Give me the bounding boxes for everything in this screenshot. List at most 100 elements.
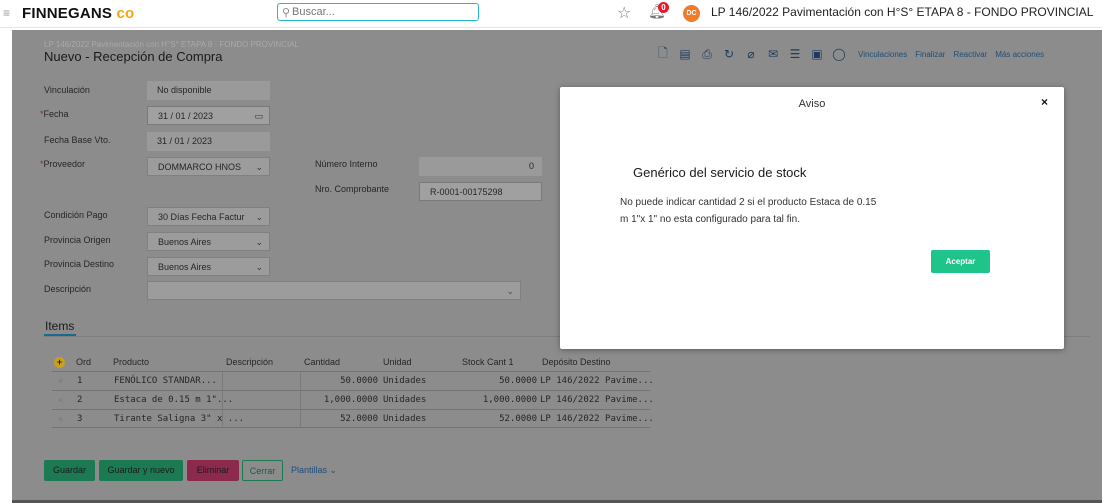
page-title: Nuevo - Recepción de Compra xyxy=(44,49,223,64)
mail-icon[interactable]: ✉︎ xyxy=(762,47,784,61)
dialog-title: Aviso xyxy=(798,98,826,110)
table-row[interactable]: × 3 Tirante Saligna 3" x ... 52.0000 Uni… xyxy=(52,409,654,428)
chevron-down-icon: ⌄ xyxy=(255,262,263,272)
search-box[interactable]: ⚲ xyxy=(277,3,479,21)
templates-label: Plantillas xyxy=(291,465,328,475)
cell-producto: FENÓLICO STANDAR... xyxy=(114,376,217,386)
column-producto: Producto xyxy=(113,357,150,367)
chevron-down-icon: ⌄ xyxy=(506,286,514,296)
label-provincia-destino: Provincia Destino xyxy=(44,259,115,269)
close-icon[interactable]: × xyxy=(1041,95,1048,109)
menu-icon[interactable]: ≡ xyxy=(3,6,10,20)
attach-icon[interactable]: ⌀ xyxy=(740,47,762,61)
history-icon[interactable]: ↻ xyxy=(718,47,740,61)
proveedor-select[interactable]: DOMMARCO HNOS ⌄ xyxy=(147,157,270,176)
top-bar: ≡ FINNEGANS co ⚲ ☆ 🔔︎ 0 DC LP 146/2022 P… xyxy=(0,0,1102,28)
table-row[interactable]: × 1 FENÓLICO STANDAR... 50.0000 Unidades… xyxy=(52,371,654,390)
column-stock-cant: Stock Cant 1 xyxy=(462,357,514,367)
accept-button[interactable]: Aceptar xyxy=(931,250,990,273)
print-icon[interactable]: ⎙ xyxy=(696,47,718,62)
search-icon: ⚲ xyxy=(282,7,291,19)
cell-cantidad: 52.0000 xyxy=(340,414,378,424)
vinculacion-field: No disponible xyxy=(147,81,270,100)
dialog-heading: Genérico del servicio de stock xyxy=(633,165,807,180)
templates-dropdown[interactable]: Plantillas ⌄ xyxy=(291,465,337,476)
label-fecha-base-vto: Fecha Base Vto. xyxy=(44,135,111,145)
cell-deposito: LP 146/2022 Pavime... xyxy=(540,376,654,386)
provincia-destino-select[interactable]: Buenos Aires ⌄ xyxy=(147,257,270,276)
delete-row-icon[interactable]: × xyxy=(58,414,63,424)
delete-row-icon[interactable]: × xyxy=(58,395,63,405)
cell-unidad: Unidades xyxy=(383,395,427,405)
label-fecha: *Fecha xyxy=(40,109,69,119)
toolbar-link-reactivar[interactable]: Reactivar xyxy=(953,50,987,59)
tab-items[interactable]: Items xyxy=(45,319,74,333)
cell-cantidad: 50.0000 xyxy=(340,376,378,386)
cell-ord: 3 xyxy=(77,414,83,424)
cell-unidad: Unidades xyxy=(383,414,427,424)
brand-logo[interactable]: FINNEGANS co xyxy=(22,5,134,22)
chevron-down-icon: ⌄ xyxy=(255,212,263,222)
table-header: + Ord Producto Descripción Cantidad Unid… xyxy=(52,353,650,371)
cell-ord: 1 xyxy=(77,376,83,386)
toolbar-link-vinculaciones[interactable]: Vinculaciones xyxy=(858,50,907,59)
fecha-value: 31 / 01 / 2023 xyxy=(158,111,214,121)
column-cantidad: Cantidad xyxy=(304,357,341,367)
cell-deposito: LP 146/2022 Pavime... xyxy=(540,395,654,405)
provincia-origen-value: Buenos Aires xyxy=(158,237,212,247)
condicion-pago-value: 30 Días Fecha Factur xyxy=(158,212,245,222)
star-icon[interactable]: ☆ xyxy=(617,3,631,23)
report-icon[interactable]: ▣ xyxy=(806,47,828,61)
cell-stock: 52.0000 xyxy=(499,414,537,424)
chevron-down-icon: ⌄ xyxy=(329,465,338,475)
save-and-new-button[interactable]: Guardar y nuevo xyxy=(99,460,183,481)
avatar[interactable]: DC xyxy=(683,5,700,22)
label-nro-comprobante: Nro. Comprobante xyxy=(315,184,390,194)
table-row[interactable]: × 2 Estaca de 0.15 m 1"... 1,000.0000 Un… xyxy=(52,390,654,409)
delete-button[interactable]: Eliminar xyxy=(187,460,239,481)
provincia-origen-select[interactable]: Buenos Aires ⌄ xyxy=(147,232,270,251)
save-icon[interactable]: ▤ xyxy=(674,47,696,61)
cell-producto: Tirante Saligna 3" x ... xyxy=(114,414,245,424)
cell-ord: 2 xyxy=(77,395,83,405)
column-unidad: Unidad xyxy=(383,357,412,367)
label-fecha-text: Fecha xyxy=(43,109,69,119)
notification-count-badge: 0 xyxy=(658,2,669,13)
delete-row-icon[interactable]: × xyxy=(58,376,63,386)
calendar-icon[interactable]: ▭ xyxy=(254,107,263,124)
add-row-icon[interactable]: + xyxy=(54,357,65,368)
form-toolbar: 🗋︎ ▤ ⎙ ↻ ⌀ ✉︎ ☰ ▣ ◯ Vinculaciones Finali… xyxy=(652,46,1044,62)
toolbar-link-mas-acciones[interactable]: Más acciones xyxy=(995,50,1044,59)
close-button[interactable]: Cerrar xyxy=(242,460,283,481)
toolbar-link-finalizar[interactable]: Finalizar xyxy=(915,50,945,59)
search-input[interactable] xyxy=(292,5,472,19)
label-vinculacion: Vinculación xyxy=(44,85,90,95)
brand-name: FINNEGANS xyxy=(22,5,113,22)
fecha-base-vto-field: 31 / 01 / 2023 xyxy=(147,132,270,151)
label-condicion-pago: Condición Pago xyxy=(44,210,108,220)
save-button[interactable]: Guardar xyxy=(44,460,95,481)
fecha-field[interactable]: 31 / 01 / 2023 ▭ xyxy=(147,106,270,125)
items-table: + Ord Producto Descripción Cantidad Unid… xyxy=(52,353,654,428)
brand-mark: co xyxy=(116,5,135,22)
project-title[interactable]: LP 146/2022 Pavimentación con H°S° ETAPA… xyxy=(711,5,1093,19)
chevron-down-icon: ⌄ xyxy=(255,237,263,247)
descripcion-select[interactable]: ⌄ xyxy=(147,281,521,300)
chevron-down-icon: ⌄ xyxy=(255,162,263,172)
label-proveedor: *Proveedor xyxy=(40,159,85,169)
numero-interno-field: 0 xyxy=(419,157,542,176)
condicion-pago-select[interactable]: 30 Días Fecha Factur ⌄ xyxy=(147,207,270,226)
cell-stock: 1,000.0000 xyxy=(482,395,537,405)
cell-deposito: LP 146/2022 Pavime... xyxy=(540,414,654,424)
cell-stock: 50.0000 xyxy=(499,376,537,386)
label-provincia-origen: Provincia Origen xyxy=(44,235,111,245)
comment-icon[interactable]: ◯ xyxy=(828,47,850,61)
label-numero-interno: Número Interno xyxy=(315,159,378,169)
cell-producto: Estaca de 0.15 m 1"... xyxy=(114,395,234,405)
label-proveedor-text: Proveedor xyxy=(43,159,86,169)
nro-comprobante-input[interactable]: R-0001-00175298 xyxy=(419,182,542,201)
list-icon[interactable]: ☰ xyxy=(784,47,806,61)
new-document-icon[interactable]: 🗋︎ xyxy=(652,44,674,65)
form-breadcrumb: LP 146/2022 Pavimentación con H°S° ETAPA… xyxy=(44,40,299,49)
column-descripcion: Descripción xyxy=(226,357,274,367)
